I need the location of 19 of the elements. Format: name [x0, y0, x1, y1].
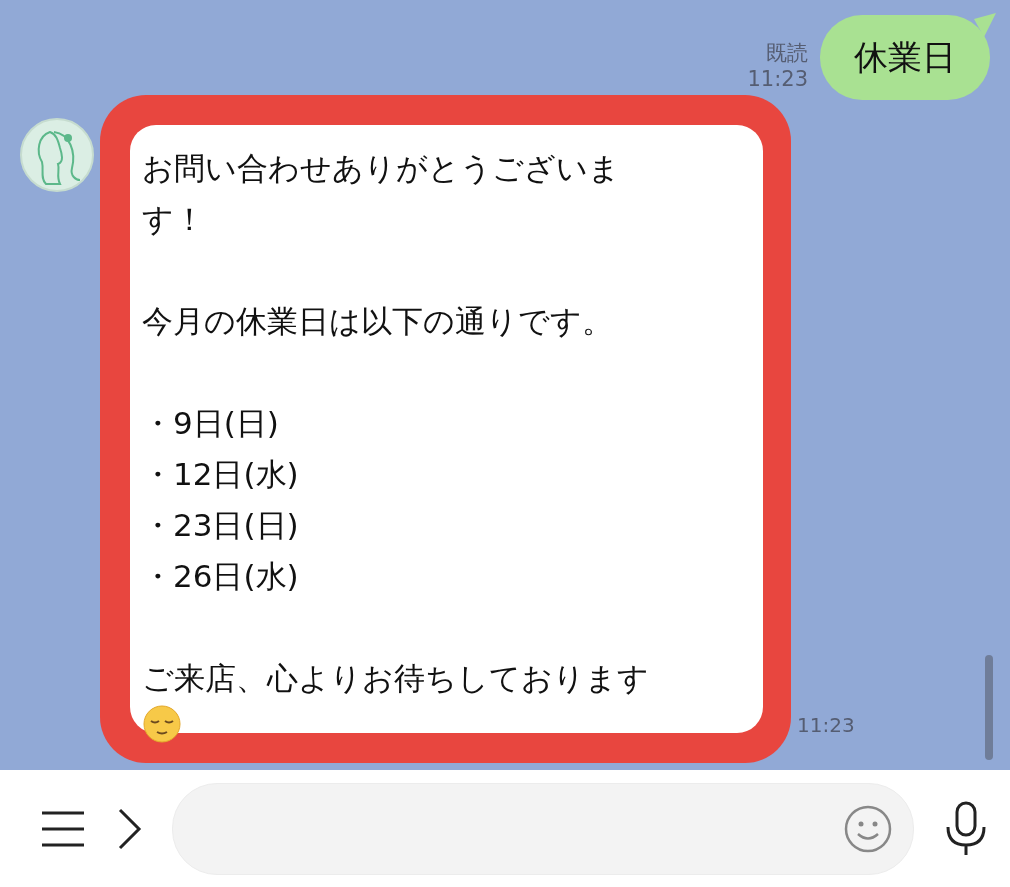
message-line: 今月の休業日は以下の通りです。 — [142, 302, 614, 341]
avatar-icon[interactable] — [20, 118, 94, 192]
message-line: す！ — [142, 200, 206, 239]
message-line: ・26日(水) — [142, 557, 300, 596]
emoji-icon[interactable] — [843, 803, 893, 854]
read-receipt: 既読 — [766, 40, 808, 66]
message-line: ・23日(日) — [142, 506, 300, 545]
scrollbar[interactable] — [985, 655, 993, 760]
bubble-tail — [974, 13, 996, 37]
message-line: ・12日(水) — [142, 455, 300, 494]
message-time: 11:23 — [747, 66, 808, 92]
message-line: ご来店、心よりお待ちしております — [142, 659, 650, 698]
sent-message-bubble: 休業日 — [820, 15, 990, 100]
message-line: ・9日(日) — [142, 404, 280, 443]
chevron-right-icon[interactable] — [116, 807, 142, 850]
microphone-icon[interactable] — [944, 800, 988, 857]
relieved-face-icon — [142, 704, 182, 744]
message-line: お問い合わせありがとうございま — [142, 149, 621, 188]
message-time: 11:23 — [797, 713, 855, 737]
